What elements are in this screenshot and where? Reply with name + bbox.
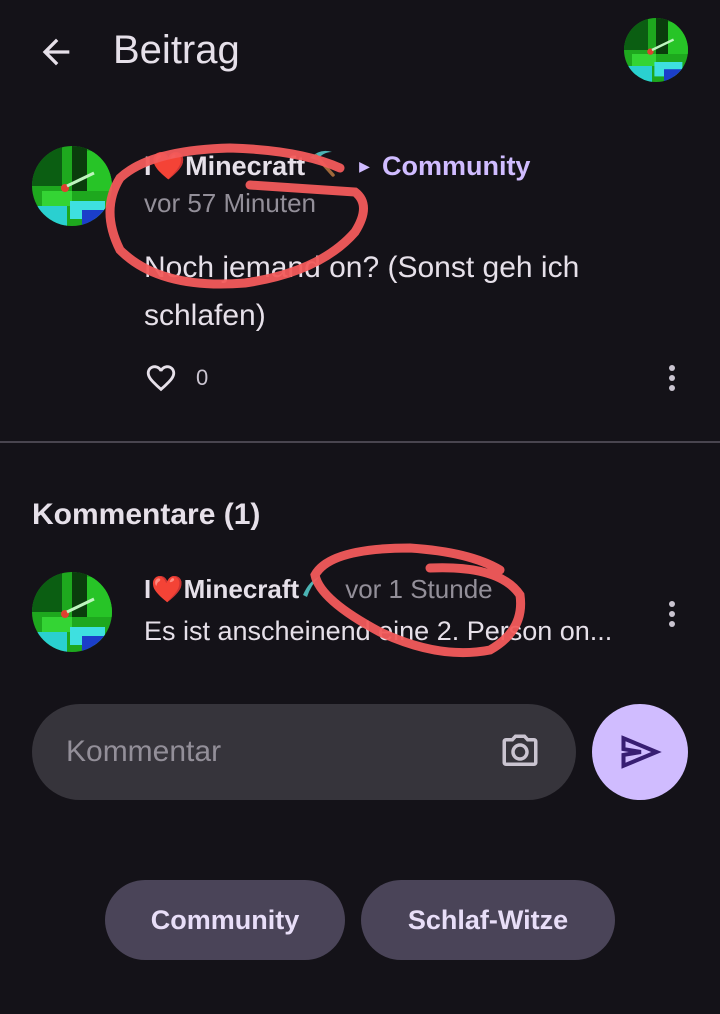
- caret-right-icon: ▶: [359, 157, 370, 174]
- like-button[interactable]: 0: [144, 358, 208, 398]
- more-vert-icon-dot: [669, 601, 675, 607]
- back-button[interactable]: [28, 24, 84, 80]
- section-divider: [0, 441, 720, 443]
- more-vert-icon-dot: [669, 385, 675, 391]
- comments-heading: Kommentare (1): [32, 498, 261, 531]
- post-more-options-button[interactable]: [660, 358, 684, 398]
- post-body: Noch jemand on? (Sonst geh ich schlafen): [144, 251, 580, 332]
- send-button[interactable]: [592, 704, 688, 800]
- post-timestamp: vor 57 Minuten: [144, 188, 316, 218]
- comment-author-avatar[interactable]: [32, 572, 112, 652]
- more-vert-icon-dot: [669, 375, 675, 381]
- pickaxe-icon: [307, 148, 337, 185]
- avatar-image: [624, 18, 688, 82]
- tag-chip-schlaf-witze[interactable]: Schlaf-Witze: [361, 880, 615, 960]
- camera-icon: [502, 734, 538, 766]
- camera-button[interactable]: [496, 728, 544, 776]
- more-vert-icon-dot: [669, 611, 675, 617]
- profile-avatar[interactable]: [624, 18, 688, 82]
- comment-header: I❤️Minecraft vor 1 Stunde: [144, 572, 493, 606]
- avatar-image: [32, 146, 112, 226]
- arrow-left-icon: [42, 38, 70, 66]
- comment-timestamp: vor 1 Stunde: [345, 573, 493, 604]
- page-title: Beitrag: [113, 28, 240, 72]
- comment-input-container: [32, 704, 576, 800]
- more-vert-icon-dot: [669, 621, 675, 627]
- post-author-row: I❤️Minecraft ▶ Community: [144, 148, 530, 184]
- heart-emoji-icon: ❤️: [151, 151, 186, 181]
- community-link[interactable]: Community: [382, 151, 531, 182]
- send-icon: [621, 735, 662, 769]
- comment-text: Es ist anscheinend eine 2. Person on...: [144, 616, 613, 646]
- post-author-name[interactable]: I❤️Minecraft: [144, 150, 305, 182]
- post-author-avatar[interactable]: [32, 146, 112, 226]
- comment-more-options-button[interactable]: [660, 594, 684, 634]
- like-count: 0: [196, 365, 209, 390]
- tag-chip-community[interactable]: Community: [105, 880, 345, 960]
- comment-author-name[interactable]: I❤️Minecraft: [144, 574, 299, 605]
- heart-outline-icon: [146, 365, 176, 392]
- heart-emoji-icon: ❤️: [151, 573, 184, 604]
- more-vert-icon-dot: [669, 365, 675, 371]
- pickaxe-icon: [301, 573, 321, 606]
- avatar-image: [32, 572, 112, 652]
- comment-input[interactable]: [64, 734, 496, 770]
